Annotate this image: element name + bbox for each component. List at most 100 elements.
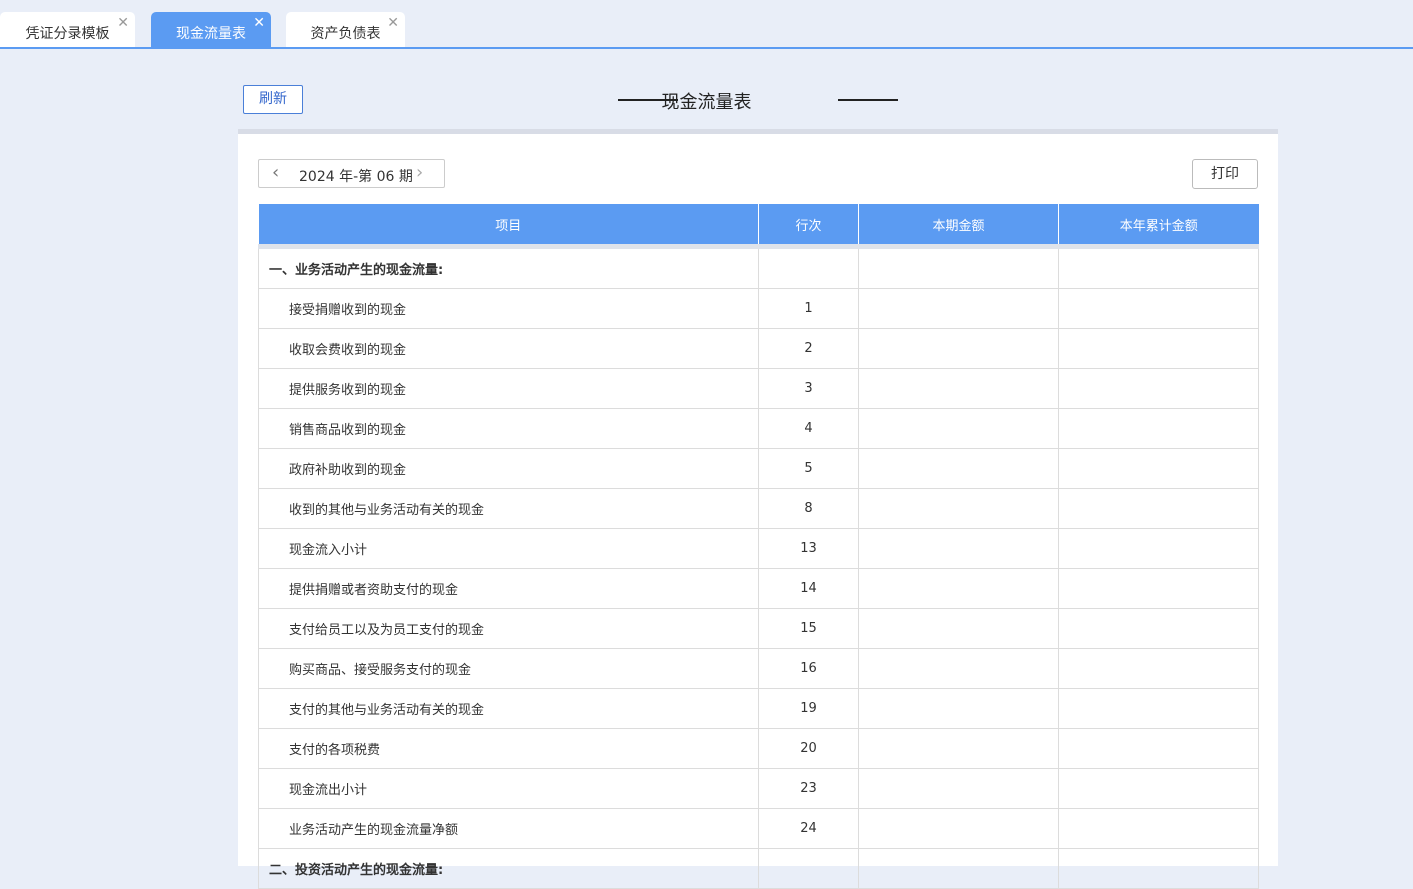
- row-current-amount-cell[interactable]: [858, 408, 1059, 449]
- row-current-amount-cell[interactable]: [858, 246, 1059, 289]
- row-line-cell: 19: [758, 688, 859, 729]
- row-ytd-amount-cell[interactable]: [1058, 288, 1259, 329]
- close-icon[interactable]: ✕: [387, 15, 399, 31]
- row-ytd-amount-cell[interactable]: [1058, 768, 1259, 809]
- table-row: 提供捐赠或者资助支付的现金 14: [258, 568, 1259, 609]
- row-current-amount-cell[interactable]: [858, 688, 1059, 729]
- row-current-amount-cell[interactable]: [858, 808, 1059, 849]
- row-line-cell: 23: [758, 768, 859, 809]
- period-selector[interactable]: ‹ 2024 年-第 06 期 ›: [258, 159, 445, 188]
- row-ytd-amount-cell[interactable]: [1058, 448, 1259, 489]
- row-line-cell: 16: [758, 648, 859, 689]
- row-current-amount-cell[interactable]: [858, 528, 1059, 569]
- column-header-line-no: 行次: [758, 204, 859, 249]
- table-row: 销售商品收到的现金 4: [258, 408, 1259, 449]
- tab-label: 凭证分录模板: [25, 26, 110, 42]
- row-ytd-amount-cell[interactable]: [1058, 528, 1259, 569]
- row-ytd-amount-cell[interactable]: [1058, 728, 1259, 769]
- close-icon[interactable]: ✕: [117, 15, 129, 31]
- row-line-cell: 15: [758, 608, 859, 649]
- row-ytd-amount-cell[interactable]: [1058, 688, 1259, 729]
- row-item-cell: 销售商品收到的现金: [258, 408, 759, 449]
- table-row: 收到的其他与业务活动有关的现金 8: [258, 488, 1259, 529]
- row-current-amount-cell[interactable]: [858, 728, 1059, 769]
- tab-voucher-template[interactable]: 凭证分录模板 ✕: [0, 12, 135, 47]
- row-line-cell: 2: [758, 328, 859, 369]
- column-header-item: 项目: [258, 204, 759, 249]
- row-item-cell: 提供捐赠或者资助支付的现金: [258, 568, 759, 609]
- row-current-amount-cell[interactable]: [858, 368, 1059, 409]
- table-row: 现金流入小计 13: [258, 528, 1259, 569]
- table-row: 支付给员工以及为员工支付的现金 15: [258, 608, 1259, 649]
- row-ytd-amount-cell[interactable]: [1058, 488, 1259, 529]
- row-line-cell: 3: [758, 368, 859, 409]
- section-row: 一、业务活动产生的现金流量:: [258, 246, 1259, 289]
- row-line-cell: [758, 246, 859, 289]
- row-item-cell: 政府补助收到的现金: [258, 448, 759, 489]
- chevron-right-icon[interactable]: ›: [416, 163, 423, 183]
- row-item-cell: 现金流入小计: [258, 528, 759, 569]
- row-ytd-amount-cell[interactable]: [1058, 568, 1259, 609]
- row-item-cell: 二、投资活动产生的现金流量:: [258, 848, 759, 889]
- table-row: 提供服务收到的现金 3: [258, 368, 1259, 409]
- row-ytd-amount-cell[interactable]: [1058, 648, 1259, 689]
- row-item-cell: 购买商品、接受服务支付的现金: [258, 648, 759, 689]
- row-ytd-amount-cell[interactable]: [1058, 848, 1259, 889]
- row-ytd-amount-cell[interactable]: [1058, 408, 1259, 449]
- row-item-cell: 接受捐赠收到的现金: [258, 288, 759, 329]
- row-item-cell: 现金流出小计: [258, 768, 759, 809]
- row-current-amount-cell[interactable]: [858, 568, 1059, 609]
- row-current-amount-cell[interactable]: [858, 328, 1059, 369]
- row-ytd-amount-cell[interactable]: [1058, 808, 1259, 849]
- page-title: 现金流量表: [661, 92, 752, 113]
- column-header-current-amount: 本期金额: [858, 204, 1059, 249]
- table-row: 接受捐赠收到的现金 1: [258, 288, 1259, 329]
- table-row: 政府补助收到的现金 5: [258, 448, 1259, 489]
- table-row: 业务活动产生的现金流量净额 24: [258, 808, 1259, 849]
- row-item-cell: 支付的其他与业务活动有关的现金: [258, 688, 759, 729]
- close-icon[interactable]: ✕: [253, 15, 265, 31]
- row-current-amount-cell[interactable]: [858, 848, 1059, 889]
- row-item-cell: 支付的各项税费: [258, 728, 759, 769]
- section-row: 二、投资活动产生的现金流量:: [258, 848, 1259, 889]
- row-item-cell: 提供服务收到的现金: [258, 368, 759, 409]
- row-line-cell: 5: [758, 448, 859, 489]
- row-ytd-amount-cell[interactable]: [1058, 608, 1259, 649]
- row-line-cell: 13: [758, 528, 859, 569]
- row-item-cell: 收到的其他与业务活动有关的现金: [258, 488, 759, 529]
- row-item-cell: 收取会费收到的现金: [258, 328, 759, 369]
- table-row: 收取会费收到的现金 2: [258, 328, 1259, 369]
- chevron-left-icon[interactable]: ‹: [272, 163, 279, 183]
- row-current-amount-cell[interactable]: [858, 448, 1059, 489]
- row-line-cell: 20: [758, 728, 859, 769]
- row-current-amount-cell[interactable]: [858, 648, 1059, 689]
- row-line-cell: 14: [758, 568, 859, 609]
- row-line-cell: 1: [758, 288, 859, 329]
- report-card: ‹ 2024 年-第 06 期 › 打印 项目 行次 本期金额 本年累计金额 一…: [238, 129, 1278, 889]
- period-label: 2024 年-第 06 期: [299, 169, 413, 185]
- row-item-cell: 一、业务活动产生的现金流量:: [258, 246, 759, 289]
- row-line-cell: 8: [758, 488, 859, 529]
- row-current-amount-cell[interactable]: [858, 768, 1059, 809]
- title-decor-line-right: [838, 99, 898, 101]
- table-row: 支付的其他与业务活动有关的现金 19: [258, 688, 1259, 729]
- tab-bar: 凭证分录模板 ✕ 现金流量表 ✕ 资产负债表 ✕: [0, 0, 1413, 49]
- row-item-cell: 业务活动产生的现金流量净额: [258, 808, 759, 849]
- table-header-row: 项目 行次 本期金额 本年累计金额: [258, 204, 1259, 249]
- print-button[interactable]: 打印: [1192, 159, 1258, 189]
- table-row: 购买商品、接受服务支付的现金 16: [258, 648, 1259, 689]
- tab-cash-flow-statement[interactable]: 现金流量表 ✕: [151, 12, 271, 47]
- row-line-cell: 4: [758, 408, 859, 449]
- row-ytd-amount-cell[interactable]: [1058, 368, 1259, 409]
- row-current-amount-cell[interactable]: [858, 488, 1059, 529]
- cash-flow-table: 项目 行次 本期金额 本年累计金额 一、业务活动产生的现金流量: 接受捐赠收到的现…: [258, 204, 1259, 889]
- row-ytd-amount-cell[interactable]: [1058, 328, 1259, 369]
- row-ytd-amount-cell[interactable]: [1058, 246, 1259, 289]
- table-row: 现金流出小计 23: [258, 768, 1259, 809]
- tab-balance-sheet[interactable]: 资产负债表 ✕: [286, 12, 405, 47]
- row-line-cell: 24: [758, 808, 859, 849]
- row-current-amount-cell[interactable]: [858, 288, 1059, 329]
- table-row: 支付的各项税费 20: [258, 728, 1259, 769]
- row-item-cell: 支付给员工以及为员工支付的现金: [258, 608, 759, 649]
- row-current-amount-cell[interactable]: [858, 608, 1059, 649]
